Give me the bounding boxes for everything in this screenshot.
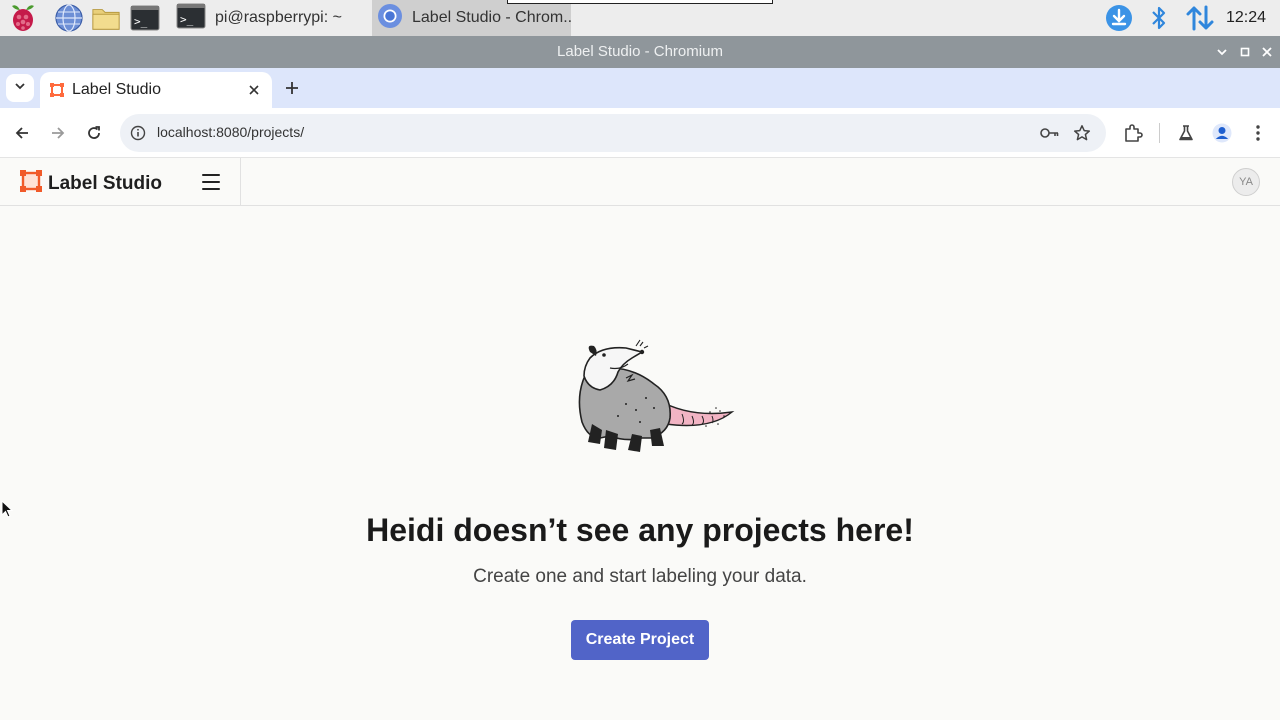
clock: 12:24: [1225, 9, 1266, 26]
browser-toolbar: localhost:8080/projects/: [0, 108, 1280, 158]
site-info-icon[interactable]: [130, 125, 146, 141]
label-studio-favicon-icon: [50, 83, 64, 97]
svg-text:>_: >_: [180, 13, 194, 26]
desktop-taskbar: >_ >_ pi@raspberrypi: ~ Label Studio - C…: [0, 0, 1280, 36]
back-icon[interactable]: [10, 121, 34, 145]
label-studio-logo-icon: [20, 170, 42, 197]
extensions-icon[interactable]: [1121, 121, 1145, 145]
empty-state-subtitle: Create one and start labeling your data.: [473, 566, 807, 587]
taskbar-task-chromium[interactable]: Label Studio - Chrom..: [372, 0, 573, 36]
header-divider: [240, 158, 241, 205]
terminal-launcher-icon[interactable]: >_: [130, 3, 160, 33]
user-avatar[interactable]: YA: [1232, 168, 1260, 196]
bluetooth-icon[interactable]: [1149, 0, 1169, 36]
app-header: Label Studio YA: [0, 158, 1280, 206]
web-browser-icon[interactable]: [54, 3, 84, 33]
browser-menu-icon[interactable]: [1246, 121, 1270, 145]
tab-search-button[interactable]: [6, 74, 34, 102]
download-icon[interactable]: [1104, 0, 1134, 36]
address-bar[interactable]: localhost:8080/projects/: [120, 114, 1106, 152]
create-project-button[interactable]: Create Project: [571, 620, 709, 660]
chevron-down-icon: [14, 79, 26, 97]
terminal-icon: >_: [175, 2, 207, 35]
maximize-icon[interactable]: [1234, 36, 1256, 68]
empty-state-title: Heidi doesn’t see any projects here!: [366, 512, 914, 548]
toolbar-divider: [1159, 123, 1160, 143]
browser-tab-label-studio[interactable]: Label Studio: [40, 72, 272, 108]
projects-empty-state: Heidi doesn’t see any projects here! Cre…: [0, 206, 1280, 720]
taskbar-task-label: pi@raspberrypi: ~: [215, 9, 342, 26]
raspberry-menu-icon[interactable]: [8, 3, 38, 33]
bookmark-star-icon[interactable]: [1072, 123, 1092, 143]
password-key-icon[interactable]: [1040, 123, 1060, 143]
reload-icon[interactable]: [82, 121, 106, 145]
brand-logo[interactable]: Label Studio: [20, 170, 162, 197]
svg-text:>_: >_: [134, 15, 148, 28]
close-tab-icon[interactable]: [246, 82, 262, 98]
tab-title: Label Studio: [72, 81, 161, 98]
taskbar-task-label: Label Studio - Chrom..: [412, 9, 573, 26]
profile-icon[interactable]: [1210, 121, 1234, 145]
new-tab-icon[interactable]: [282, 78, 302, 98]
minimize-icon[interactable]: [1211, 36, 1233, 68]
close-window-icon[interactable]: [1256, 36, 1278, 68]
opossum-illustration: [570, 338, 740, 463]
brand-name: Label Studio: [48, 172, 162, 194]
tab-strip: Label Studio: [0, 68, 1280, 108]
mouse-pointer-icon: [1, 499, 14, 518]
labs-flask-icon[interactable]: [1174, 121, 1198, 145]
hamburger-menu-icon[interactable]: [200, 172, 222, 192]
url-text: localhost:8080/projects/: [157, 124, 305, 140]
drag-outline: [507, 0, 773, 4]
chromium-icon: [376, 2, 404, 35]
network-transfer-icon[interactable]: [1185, 0, 1215, 36]
forward-icon[interactable]: [46, 121, 70, 145]
taskbar-task-terminal[interactable]: >_ pi@raspberrypi: ~: [171, 0, 371, 36]
window-title: Label Studio - Chromium: [0, 36, 1280, 68]
file-manager-icon[interactable]: [91, 3, 121, 33]
